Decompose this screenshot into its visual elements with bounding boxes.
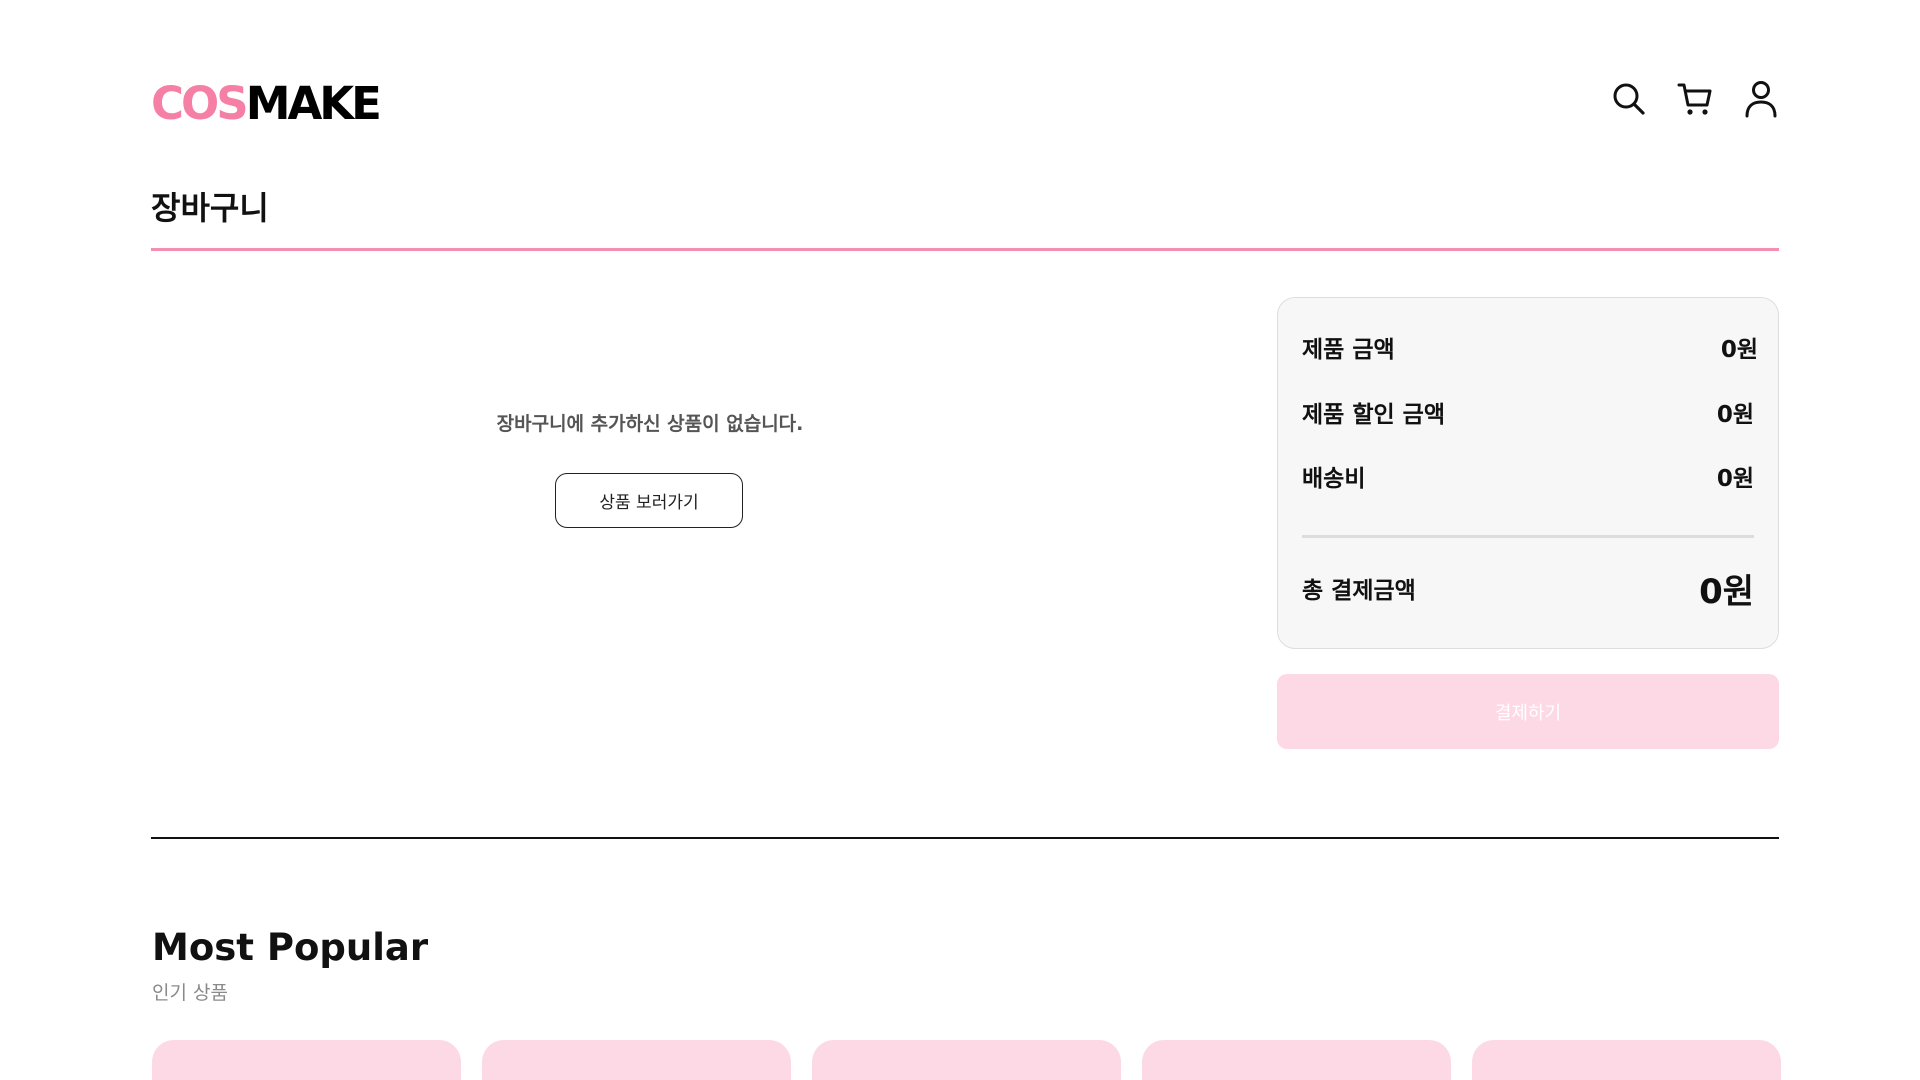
summary-label: 배송비: [1302, 466, 1366, 492]
header: COS MAKE: [151, 78, 1779, 126]
summary-divider: [1302, 535, 1754, 538]
product-card[interactable]: [482, 1040, 791, 1080]
product-card[interactable]: [1472, 1040, 1781, 1080]
header-icons: [1611, 78, 1779, 120]
search-icon[interactable]: [1611, 78, 1647, 120]
summary-value: 0원: [1720, 337, 1758, 363]
browse-products-button[interactable]: 상품 보러가기: [555, 473, 743, 528]
popular-section-subtitle: 인기 상품: [152, 982, 228, 1004]
summary-value: 0원: [1716, 466, 1754, 492]
summary-row-product-amount: 제품 금액 0원: [1302, 330, 1758, 364]
summary-row-discount: 제품 할인 금액 0원: [1302, 395, 1754, 429]
summary-label: 제품 할인 금액: [1302, 402, 1445, 428]
checkout-button[interactable]: 결제하기: [1277, 674, 1779, 749]
logo-part-make: MAKE: [245, 77, 382, 130]
empty-cart-message: 장바구니에 추가하신 상품이 없습니다.: [496, 413, 804, 435]
total-label: 총 결제금액: [1302, 578, 1416, 604]
user-icon[interactable]: [1743, 78, 1779, 120]
product-card[interactable]: [1142, 1040, 1451, 1080]
summary-label: 제품 금액: [1302, 337, 1395, 363]
total-value: 0원: [1699, 571, 1754, 612]
section-divider: [151, 837, 1779, 839]
product-card[interactable]: [152, 1040, 461, 1080]
product-card[interactable]: [812, 1040, 1121, 1080]
title-divider: [151, 248, 1779, 251]
order-summary: 제품 금액 0원 제품 할인 금액 0원 배송비 0원 총 결제금액 0원: [1277, 297, 1779, 649]
popular-product-list: [152, 1040, 1781, 1080]
popular-section-title: Most Popular: [152, 926, 429, 969]
logo-part-cos: COS: [151, 77, 249, 130]
logo[interactable]: COS MAKE: [151, 77, 382, 130]
page-title: 장바구니: [151, 189, 269, 227]
cart-page: COS MAKE 장바구니 장바구니에 추가하신 상품이 없습니다. 상품 보러…: [0, 0, 1920, 1080]
summary-row-shipping: 배송비 0원: [1302, 459, 1754, 493]
summary-total-row: 총 결제금액 0원: [1302, 564, 1754, 612]
cart-icon[interactable]: [1677, 78, 1713, 120]
summary-value: 0원: [1716, 402, 1754, 428]
